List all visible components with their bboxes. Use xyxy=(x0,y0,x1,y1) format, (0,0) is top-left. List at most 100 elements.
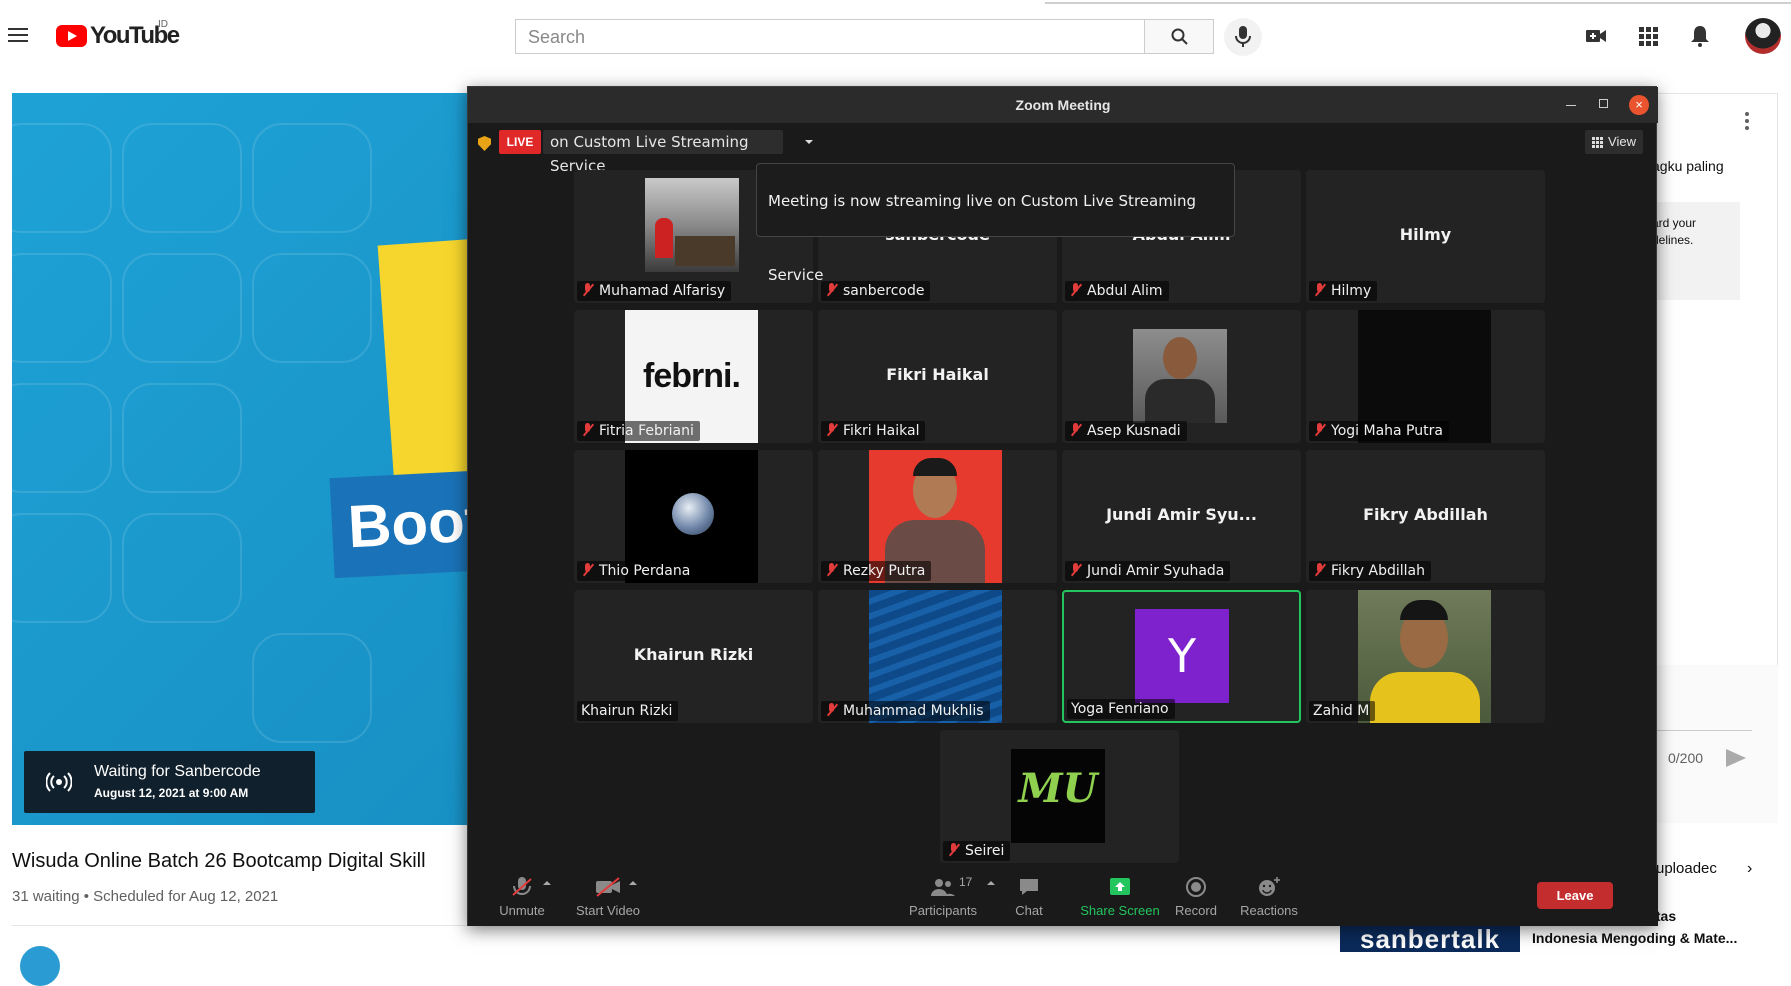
participant-tile[interactable]: Fikry Abdillah Fikry Abdillah xyxy=(1306,450,1545,583)
tile-center-name: Hilmy xyxy=(1399,225,1452,244)
muted-mic-icon xyxy=(1313,563,1326,577)
waiting-overlay: Waiting for Sanbercode August 12, 2021 a… xyxy=(24,751,315,813)
participant-name: Yogi Maha Putra xyxy=(1331,423,1443,439)
account-avatar[interactable] xyxy=(1745,18,1781,54)
tile-name-label: Yoga Fenriano xyxy=(1067,699,1175,719)
recommended-title[interactable]: Indonesia Mengoding & Mate... xyxy=(1532,930,1737,946)
recommend-filter-chip[interactable]: uploadec xyxy=(1656,860,1717,877)
participant-tile[interactable]: MU Seirei xyxy=(940,730,1179,863)
participant-tile[interactable]: Jundi Amir Syu... Jundi Amir Syuhada xyxy=(1062,450,1301,583)
apps-grid-icon[interactable] xyxy=(1636,24,1660,48)
search-button[interactable] xyxy=(1144,19,1214,54)
bg-puzzle-shape xyxy=(252,253,372,363)
share-screen-label: Share Screen xyxy=(1080,903,1160,918)
leave-button[interactable]: Leave xyxy=(1537,882,1613,909)
grid-view-icon xyxy=(1592,137,1603,148)
recommended-thumbnail-text: sanbertalk xyxy=(1360,924,1501,954)
reactions-smiley-icon xyxy=(1259,877,1280,896)
participant-name: Abdul Alim xyxy=(1087,283,1163,299)
bg-puzzle-shape xyxy=(12,123,112,233)
video-title: Wisuda Online Batch 26 Bootcamp Digital … xyxy=(12,850,426,872)
participant-tile[interactable]: Khairun Rizki Khairun Rizki xyxy=(574,590,813,723)
chevron-up-icon[interactable] xyxy=(987,881,995,885)
bg-puzzle-shape xyxy=(122,383,242,493)
reactions-label: Reactions xyxy=(1240,903,1298,918)
bg-puzzle-shape xyxy=(252,123,372,233)
country-code: ID xyxy=(158,19,168,30)
chevron-right-icon[interactable]: › xyxy=(1747,860,1752,878)
reactions-button[interactable]: Reactions xyxy=(1234,877,1304,918)
participant-tile[interactable]: Asep Kusnadi xyxy=(1062,310,1301,443)
participants-icon xyxy=(931,879,955,896)
participant-tile[interactable]: Thio Perdana xyxy=(574,450,813,583)
notifications-bell-icon[interactable] xyxy=(1688,24,1712,48)
tile-name-label: Yogi Maha Putra xyxy=(1309,421,1449,441)
voice-search-button[interactable] xyxy=(1224,18,1262,56)
live-service-dropdown[interactable]: on Custom Live Streaming Service xyxy=(543,130,783,175)
record-icon xyxy=(1186,877,1206,897)
muted-mic-icon xyxy=(1069,423,1082,437)
security-shield-icon[interactable] xyxy=(478,136,491,151)
menu-icon[interactable] xyxy=(8,28,28,42)
chat-input-field[interactable] xyxy=(1652,730,1752,731)
send-icon[interactable] xyxy=(1726,749,1746,767)
participant-tile[interactable]: Rezky Putra xyxy=(818,450,1057,583)
chat-message: agku paling xyxy=(1652,158,1724,174)
participants-label: Participants xyxy=(909,903,977,918)
participant-name: Asep Kusnadi xyxy=(1087,423,1181,439)
tile-name-label: Thio Perdana xyxy=(577,561,697,581)
muted-mic-icon xyxy=(581,283,594,297)
participant-tile[interactable]: Zahid M xyxy=(1306,590,1545,723)
zoom-window: Zoom Meeting × LIVE on Custom Live Strea… xyxy=(467,86,1658,926)
share-screen-button[interactable]: Share Screen xyxy=(1075,877,1165,918)
tile-name-label: Fikry Abdillah xyxy=(1309,561,1431,581)
photo-face xyxy=(1163,337,1197,379)
tile-center-name: Fikri Haikal xyxy=(886,365,989,384)
participant-name: Khairun Rizki xyxy=(581,703,673,719)
participant-tile[interactable]: Yogi Maha Putra xyxy=(1306,310,1545,443)
tile-name-label: Zahid M xyxy=(1309,701,1376,721)
create-video-icon[interactable] xyxy=(1584,24,1608,48)
chevron-down-icon[interactable] xyxy=(805,140,813,144)
youtube-topbar: YouTube ID Search xyxy=(0,0,1791,68)
participant-tile[interactable]: Hilmy Hilmy xyxy=(1306,170,1545,303)
participants-count: 17 xyxy=(959,875,973,889)
close-icon[interactable]: × xyxy=(1629,95,1649,115)
photo-shirt xyxy=(1370,672,1480,723)
muted-mic-icon xyxy=(1313,283,1326,297)
photo-hair xyxy=(913,458,957,476)
chat-icon xyxy=(1020,879,1038,895)
record-button[interactable]: Record xyxy=(1171,877,1221,918)
chat-label: Chat xyxy=(1015,903,1043,918)
participant-tile[interactable]: Fikri Haikal Fikri Haikal xyxy=(818,310,1057,443)
bg-puzzle-shape xyxy=(12,513,112,623)
participant-name: Fitria Febriani xyxy=(599,423,694,439)
bg-puzzle-shape xyxy=(122,513,242,623)
chat-char-count: 0/200 xyxy=(1668,750,1704,766)
unmute-label: Unmute xyxy=(499,903,545,918)
muted-microphone-icon xyxy=(512,877,532,896)
youtube-logo-icon[interactable] xyxy=(56,25,87,47)
chevron-up-icon[interactable] xyxy=(543,881,551,885)
participant-photo xyxy=(1358,590,1491,723)
participant-avatar: Y xyxy=(1135,609,1229,703)
search-input[interactable]: Search xyxy=(515,19,1145,54)
video-player[interactable]: Boot Waiting for Sanbercode August 12, 2… xyxy=(12,93,472,825)
channel-avatar[interactable] xyxy=(20,946,60,986)
minimize-icon[interactable] xyxy=(1566,105,1576,106)
tile-name-label: Rezky Putra xyxy=(821,561,932,581)
participant-tile[interactable]: febrni. Fitria Febriani xyxy=(574,310,813,443)
participant-name: Seirei xyxy=(965,843,1005,859)
bg-puzzle-shape xyxy=(122,253,242,363)
maximize-icon[interactable] xyxy=(1599,99,1608,108)
tile-center-name: Jundi Amir Syu... xyxy=(1106,505,1257,524)
tile-name-label: Khairun Rizki xyxy=(577,701,679,721)
streaming-tooltip: Meeting is now streaming live on Custom … xyxy=(756,163,1235,284)
chevron-up-icon[interactable] xyxy=(629,881,637,885)
chat-button[interactable]: Chat xyxy=(1009,877,1049,918)
participant-logo-image: MU xyxy=(1011,749,1105,843)
record-label: Record xyxy=(1175,903,1217,918)
participant-tile[interactable]: Muhammad Mukhlis xyxy=(818,590,1057,723)
active-speaker-tile[interactable]: Y Yoga Fenriano xyxy=(1062,590,1301,723)
more-options-icon[interactable] xyxy=(1745,112,1749,130)
